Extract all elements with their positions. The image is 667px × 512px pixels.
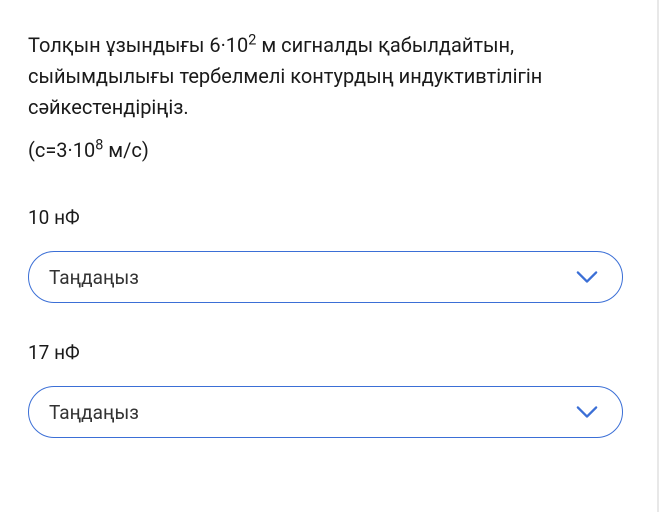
dropdown-placeholder-2: Таңдаңыз xyxy=(49,401,139,424)
question-sub-part1: (c=3·10 xyxy=(28,138,95,162)
chevron-down-icon xyxy=(576,401,598,423)
option-label-2: 17 нФ xyxy=(28,341,622,364)
dropdown-select-1[interactable]: Таңдаңыз xyxy=(28,251,623,303)
question-text: Толқын ұзындығы 6·102 м сигналды қабылда… xyxy=(28,30,622,123)
chevron-down-icon xyxy=(576,266,598,288)
option-label-1: 10 нФ xyxy=(28,206,622,229)
option-block-2: 17 нФ Таңдаңыз xyxy=(28,341,622,438)
option-block-1: 10 нФ Таңдаңыз xyxy=(28,206,622,303)
question-subtext: (c=3·108 м/с) xyxy=(28,135,622,166)
dropdown-select-2[interactable]: Таңдаңыз xyxy=(28,386,623,438)
question-text-part1: Толқын ұзындығы 6·10 xyxy=(28,33,248,57)
question-sub-part2: м/с) xyxy=(103,138,148,162)
right-border-divider xyxy=(657,0,659,512)
dropdown-placeholder-1: Таңдаңыз xyxy=(49,266,139,289)
